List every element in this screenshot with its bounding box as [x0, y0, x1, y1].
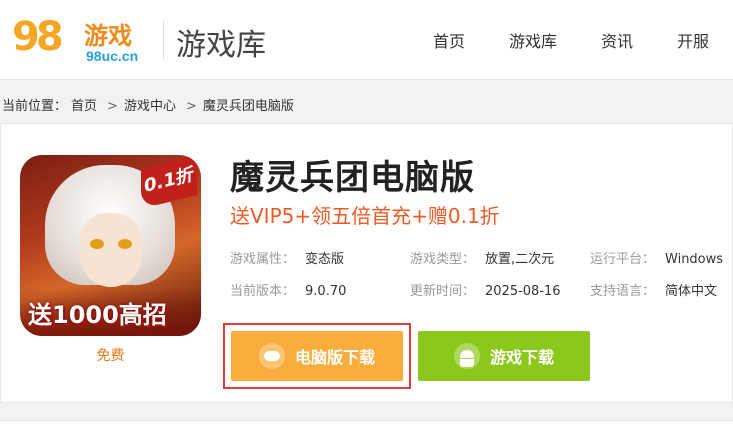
nav-game-library[interactable]: 游戏库: [509, 28, 557, 52]
next-section: [0, 420, 733, 441]
breadcrumb-home[interactable]: 首页: [71, 99, 97, 114]
site-header: 98 游戏 98uc.cn 游戏库 首页 游戏库 资讯 开服: [0, 0, 733, 80]
price-label: 免费: [96, 348, 125, 364]
attr-language: 支持语言： 简体中文: [590, 284, 718, 299]
logo-number: 98: [12, 14, 64, 60]
section-title: 游戏库: [176, 28, 266, 63]
attr-type: 游戏类型： 放置,二次元: [410, 252, 555, 267]
game-download-button[interactable]: 游戏下载: [418, 331, 590, 381]
nav-news[interactable]: 资讯: [601, 28, 633, 52]
breadcrumb-separator: >: [107, 99, 118, 114]
android-icon: [453, 343, 480, 369]
attr-platform: 运行平台： Windows: [590, 252, 724, 267]
main-nav: 首页 游戏库 资讯 开服: [433, 28, 733, 52]
breadcrumb-separator: >: [185, 99, 197, 114]
logo-text: 游戏: [84, 22, 132, 50]
header-divider: [163, 20, 164, 60]
breadcrumb-current: 魔灵兵团电脑版: [202, 99, 294, 114]
icon-banner-text: 送1000高招: [28, 301, 167, 329]
game-download-label: 游戏下载: [489, 348, 554, 367]
attr-version: 当前版本： 9.0.70: [230, 284, 347, 299]
logo-site: 98uc.cn: [86, 48, 139, 64]
game-title: 魔灵兵团电脑版: [230, 158, 475, 198]
discount-badge: 0.1折: [141, 155, 197, 209]
game-icon-image[interactable]: 0.1折 送1000高招: [20, 155, 201, 336]
breadcrumb: 当前位置： 首页 > 游戏中心 > 魔灵兵团电脑版: [2, 95, 298, 114]
attr-property: 游戏属性： 变态版: [230, 252, 345, 267]
nav-servers[interactable]: 开服: [677, 28, 709, 52]
pc-download-label: 电脑版下载: [294, 348, 375, 367]
nav-home[interactable]: 首页: [433, 28, 465, 52]
breadcrumb-game-center[interactable]: 游戏中心: [124, 99, 176, 114]
attr-updated: 更新时间： 2025-08-16: [410, 284, 561, 299]
promo-text: 送VIP5+领五倍首充+赠0.1折: [230, 204, 500, 228]
breadcrumb-prefix: 当前位置：: [2, 99, 68, 114]
pc-download-button[interactable]: 电脑版下载: [231, 331, 403, 381]
site-logo[interactable]: 98 游戏 98uc.cn: [12, 12, 152, 68]
gamepad-icon: [258, 343, 285, 369]
